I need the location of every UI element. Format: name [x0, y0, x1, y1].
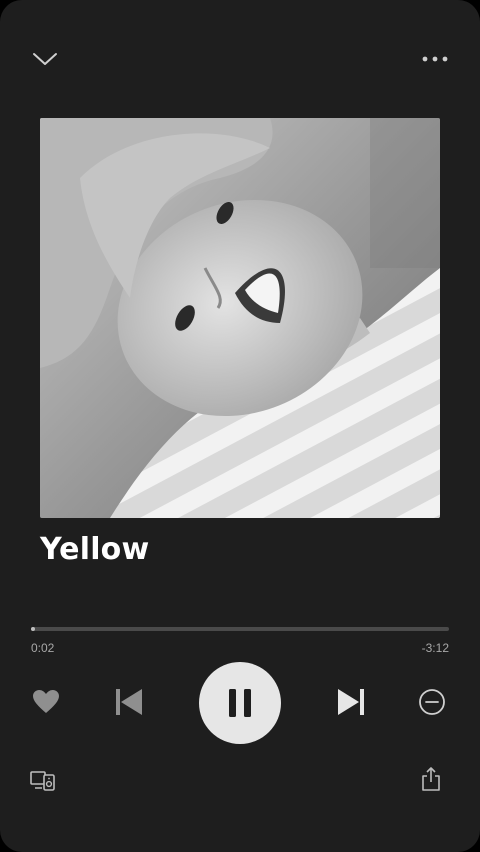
minus-circle-icon — [419, 689, 445, 715]
previous-button[interactable] — [108, 682, 150, 722]
skip-next-icon — [338, 689, 364, 715]
next-button[interactable] — [330, 682, 372, 722]
share-icon — [422, 767, 440, 791]
collapse-button[interactable] — [28, 44, 62, 74]
remove-button[interactable] — [414, 684, 450, 720]
progress-fill — [31, 627, 36, 631]
devices-button[interactable] — [28, 766, 58, 796]
pause-icon — [229, 689, 251, 717]
album-art — [40, 118, 440, 518]
devices-icon — [30, 771, 55, 791]
skip-previous-icon — [116, 689, 142, 715]
like-button[interactable] — [28, 684, 64, 720]
more-options-button[interactable] — [418, 44, 452, 74]
progress-bar[interactable] — [31, 627, 449, 631]
heart-icon — [33, 690, 59, 713]
share-button[interactable] — [418, 764, 444, 794]
pause-button[interactable] — [199, 662, 281, 744]
more-horizontal-icon — [422, 56, 448, 62]
song-title: Yellow — [40, 532, 150, 567]
chevron-down-icon — [33, 53, 57, 65]
now-playing-screen: Yellow 0:02 -3:12 — [0, 0, 480, 852]
elapsed-time: 0:02 — [31, 641, 55, 655]
remaining-time: -3:12 — [421, 641, 449, 655]
album-art-image — [40, 118, 440, 518]
